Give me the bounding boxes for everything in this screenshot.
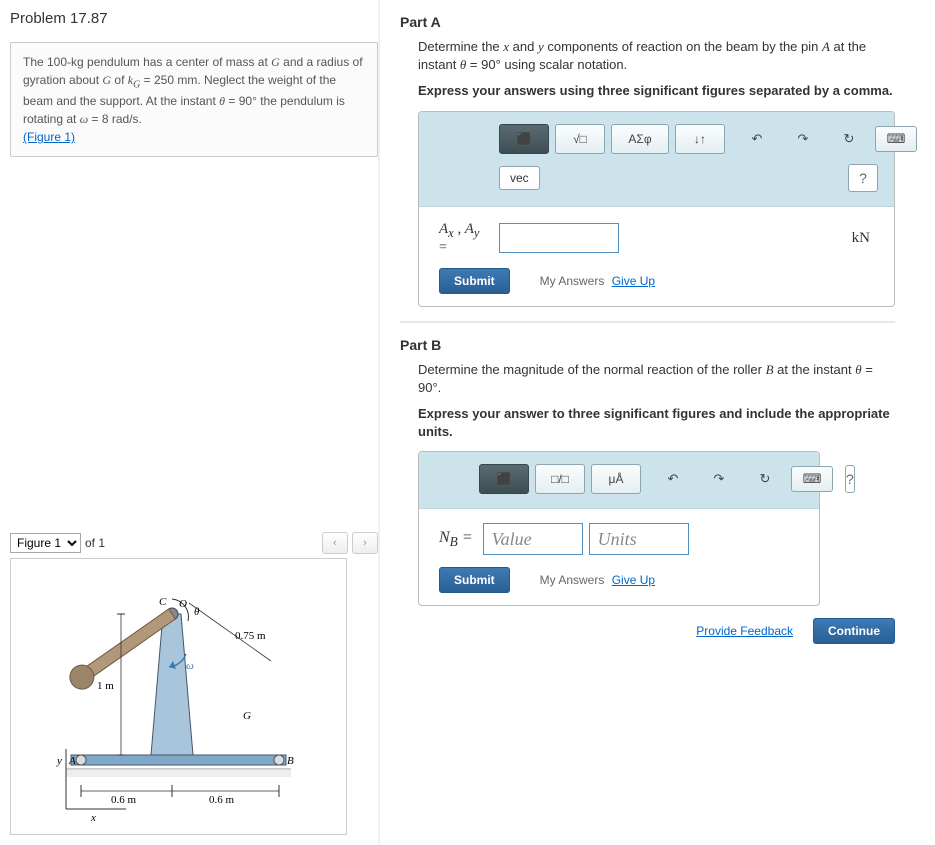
frac-button[interactable]: □/□ [535, 464, 585, 494]
part-b-eq-label: NB = [439, 529, 473, 550]
fig-label-leftbase: 0.6 m [111, 794, 137, 806]
reset-button-b[interactable]: ↻ [745, 467, 785, 491]
continue-button[interactable]: Continue [813, 618, 895, 644]
fig-label-c: C [159, 596, 167, 608]
undo-button-b[interactable]: ↶ [653, 467, 693, 491]
fig-label-theta: θ [194, 606, 200, 618]
part-b-prompt: Determine the magnitude of the normal re… [418, 361, 895, 397]
figure-link[interactable]: (Figure 1) [23, 130, 75, 144]
fig-label-rightbase: 0.6 m [209, 794, 235, 806]
fig-label-o: O [179, 598, 187, 610]
fig-label-y: y [56, 755, 62, 767]
figure-count: of 1 [85, 536, 105, 550]
keyboard-button[interactable]: ⌨ [875, 126, 917, 152]
provide-feedback-link[interactable]: Provide Feedback [696, 624, 793, 638]
help-button-b[interactable]: ? [845, 465, 855, 493]
fig-label-x: x [90, 812, 96, 824]
part-a-instruction: Express your answers using three signifi… [418, 82, 895, 100]
fig-label-omega: ω [186, 660, 194, 672]
part-b-value-input[interactable]: Value [483, 523, 583, 555]
part-b-label: Part B [400, 337, 895, 353]
part-a-giveup-link[interactable]: Give Up [612, 274, 655, 288]
figure-next-button[interactable]: › [352, 532, 378, 554]
part-b-answer-links: My Answers Give Up [540, 573, 655, 587]
fig-label-h: 1 m [97, 680, 114, 692]
reset-button[interactable]: ↻ [829, 127, 869, 151]
templates-button-b[interactable]: ⬛ [479, 464, 529, 494]
updown-button[interactable]: ↓↑ [675, 124, 725, 154]
sqrt-button[interactable]: √□ [555, 124, 605, 154]
problem-statement: The 100-kg pendulum has a center of mass… [10, 42, 378, 157]
part-b-giveup-link[interactable]: Give Up [612, 573, 655, 587]
part-a-eq-label: Ax , Ay = [439, 221, 499, 256]
units-button[interactable]: μÅ [591, 464, 641, 494]
part-a-answer-links: My Answers Give Up [540, 274, 655, 288]
help-button[interactable]: ? [848, 164, 878, 192]
part-a-submit-button[interactable]: Submit [439, 268, 510, 294]
figure-selector[interactable]: Figure 1 [10, 533, 81, 553]
keyboard-button-b[interactable]: ⌨ [791, 466, 833, 492]
part-b-answer-box: ⬛ □/□ μÅ ↶ ↷ ↻ ⌨ ? NB = Value Units Subm… [418, 451, 820, 606]
fig-label-b: B [287, 755, 294, 767]
fig-label-arm: 0.75 m [235, 630, 266, 642]
figure-canvas: C O θ ω 0.75 m 1 m G y A B 0.6 m 0.6 m x [10, 558, 347, 835]
redo-button-b[interactable]: ↷ [699, 467, 739, 491]
part-a-label: Part A [400, 14, 895, 30]
figure-prev-button[interactable]: ‹ [322, 532, 348, 554]
part-b-submit-button[interactable]: Submit [439, 567, 510, 593]
templates-button[interactable]: ⬛ [499, 124, 549, 154]
greek-button[interactable]: ΑΣφ [611, 124, 669, 154]
fig-label-a: A [68, 755, 76, 767]
fig-label-g: G [243, 710, 251, 722]
part-a-unit: kN [852, 230, 870, 247]
part-a-answer-box: ⬛ √□ ΑΣφ ↓↑ ↶ ↷ ↻ ⌨ vec ? Ax [418, 111, 895, 307]
redo-button[interactable]: ↷ [783, 127, 823, 151]
problem-text: The 100-kg pendulum has a center of mass… [23, 55, 363, 126]
part-a-answer-input[interactable] [499, 223, 619, 253]
vec-button[interactable]: vec [499, 166, 540, 190]
problem-title: Problem 17.87 [10, 10, 378, 27]
undo-button[interactable]: ↶ [737, 127, 777, 151]
part-b-units-input[interactable]: Units [589, 523, 689, 555]
part-a-prompt: Determine the x and y components of reac… [418, 38, 895, 74]
part-b-instruction: Express your answer to three significant… [418, 405, 895, 441]
